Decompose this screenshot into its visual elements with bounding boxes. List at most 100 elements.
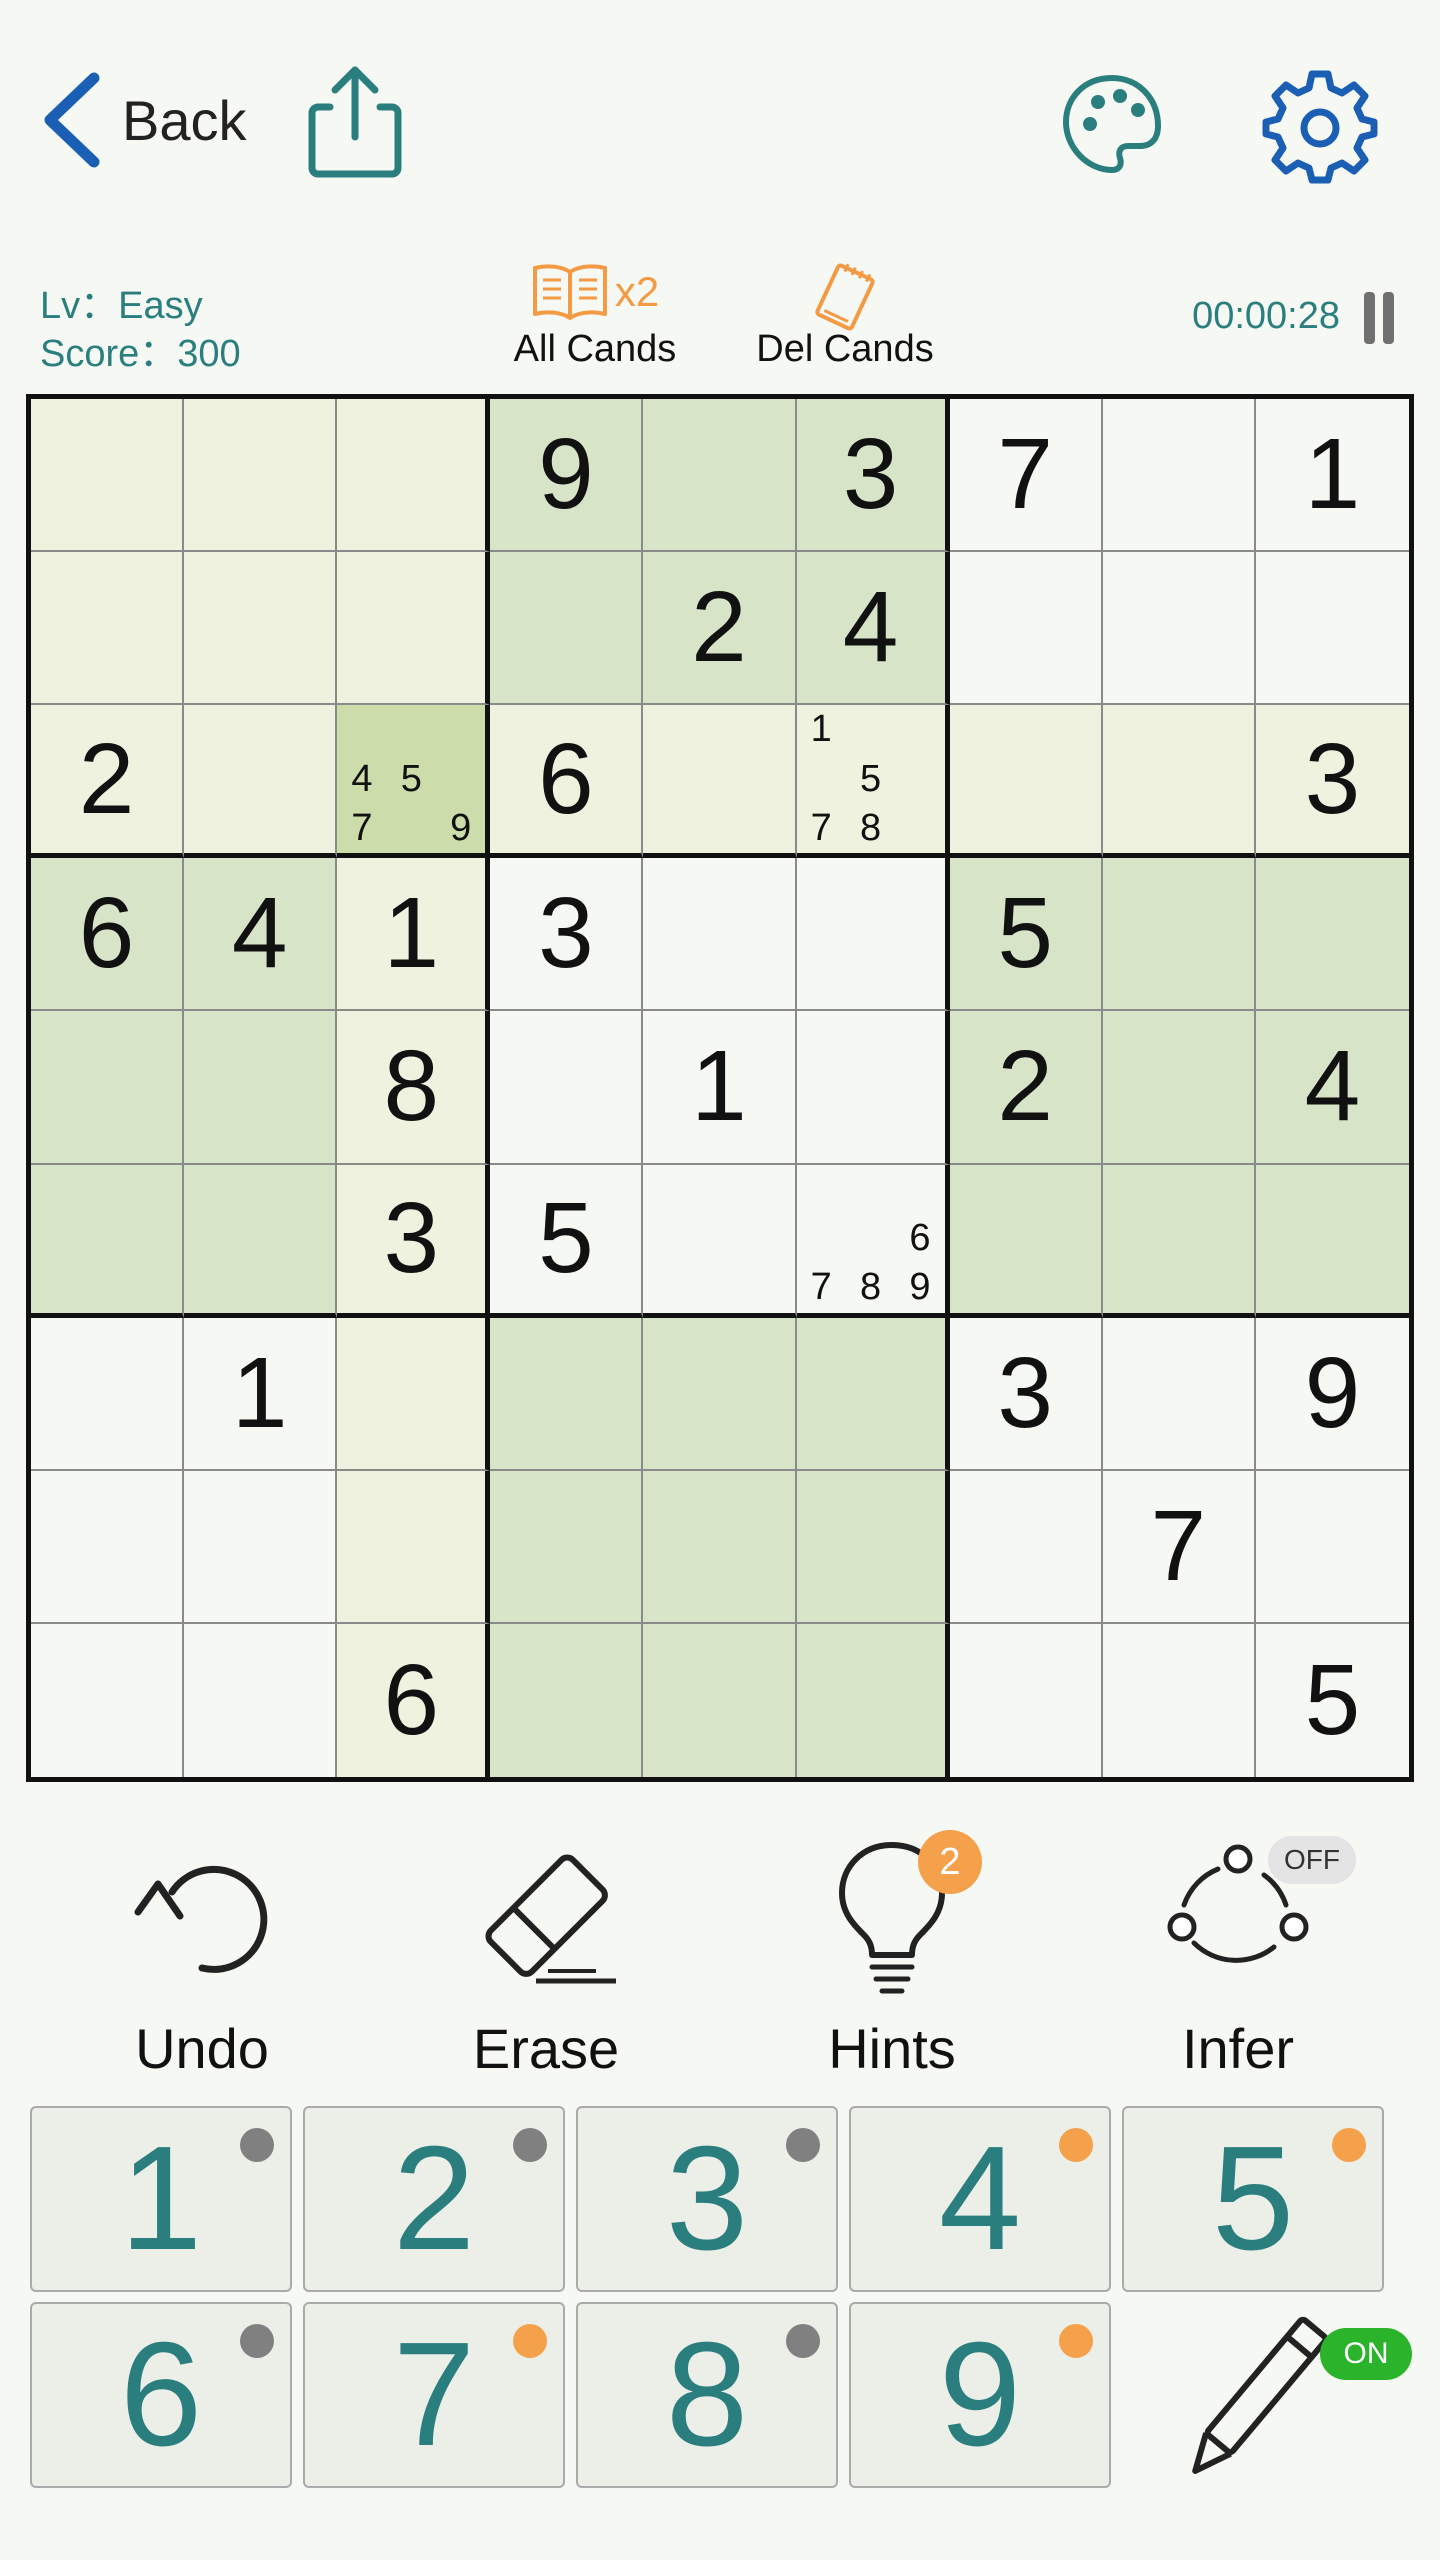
cell-r7c1[interactable] bbox=[31, 1317, 185, 1471]
cell-r5c1[interactable] bbox=[31, 1011, 185, 1165]
cell-r3c8[interactable] bbox=[1102, 705, 1256, 859]
cell-r3c5[interactable] bbox=[643, 705, 797, 859]
cell-r2c2[interactable] bbox=[184, 552, 338, 706]
cell-r8c7[interactable] bbox=[949, 1470, 1103, 1624]
cell-r2c8[interactable] bbox=[1102, 552, 1256, 706]
cell-r8c5[interactable] bbox=[643, 1470, 797, 1624]
number-key-8[interactable]: 8 bbox=[576, 2302, 838, 2488]
cell-r8c9[interactable] bbox=[1255, 1471, 1409, 1624]
cell-r3c4[interactable]: 6 bbox=[490, 705, 644, 859]
cell-r9c6[interactable] bbox=[796, 1623, 950, 1777]
pause-button[interactable] bbox=[1360, 292, 1398, 344]
cell-r4c5[interactable] bbox=[643, 858, 797, 1012]
cell-r9c4[interactable] bbox=[490, 1623, 644, 1777]
cell-r7c9[interactable]: 9 bbox=[1255, 1318, 1409, 1471]
cell-r1c6[interactable]: 3 bbox=[796, 399, 950, 553]
number-key-3[interactable]: 3 bbox=[576, 2106, 838, 2292]
cell-r2c7[interactable] bbox=[949, 552, 1103, 706]
cell-r8c6[interactable] bbox=[796, 1470, 950, 1624]
cell-r8c3[interactable] bbox=[337, 1470, 491, 1624]
number-key-6[interactable]: 6 bbox=[30, 2302, 292, 2488]
cell-r1c1[interactable] bbox=[31, 399, 185, 553]
cell-r2c6[interactable]: 4 bbox=[796, 552, 950, 706]
number-key-4[interactable]: 4 bbox=[849, 2106, 1111, 2292]
all-cands-button[interactable]: x2 All Cands bbox=[505, 262, 685, 371]
infer-button[interactable]: OFF Infer bbox=[1108, 1820, 1368, 2081]
cell-r4c2[interactable]: 4 bbox=[184, 858, 338, 1012]
cell-r3c3[interactable]: 457 9 bbox=[337, 705, 491, 859]
cell-r1c5[interactable] bbox=[643, 399, 797, 553]
cell-r6c6[interactable]: 6 789 bbox=[796, 1164, 950, 1318]
cell-r3c9[interactable]: 3 bbox=[1255, 705, 1409, 859]
cell-r1c7[interactable]: 7 bbox=[949, 399, 1103, 553]
cell-r4c9[interactable] bbox=[1255, 858, 1409, 1012]
cell-r8c1[interactable] bbox=[31, 1470, 185, 1624]
cell-r4c1[interactable]: 6 bbox=[31, 858, 185, 1012]
del-cands-button[interactable]: Del Cands bbox=[740, 262, 950, 371]
number-key-5[interactable]: 5 bbox=[1122, 2106, 1384, 2292]
hints-button[interactable]: 2 Hints bbox=[762, 1820, 1022, 2081]
cell-r9c3[interactable]: 6 bbox=[337, 1623, 491, 1777]
cell-r6c9[interactable] bbox=[1255, 1164, 1409, 1318]
cell-r3c1[interactable]: 2 bbox=[31, 705, 185, 859]
erase-button[interactable]: Erase bbox=[416, 1820, 676, 2081]
number-key-7[interactable]: 7 bbox=[303, 2302, 565, 2488]
cell-r7c3[interactable] bbox=[337, 1317, 491, 1471]
pencil-mode-toggle[interactable]: ON bbox=[1320, 2328, 1412, 2380]
cell-r5c9[interactable]: 4 bbox=[1255, 1011, 1409, 1165]
cell-r7c2[interactable]: 1 bbox=[184, 1317, 338, 1471]
cell-r2c1[interactable] bbox=[31, 552, 185, 706]
cell-r6c3[interactable]: 3 bbox=[337, 1164, 491, 1318]
cell-r7c4[interactable] bbox=[490, 1317, 644, 1471]
cell-r9c1[interactable] bbox=[31, 1623, 185, 1777]
cell-r7c6[interactable] bbox=[796, 1317, 950, 1471]
cell-r6c5[interactable] bbox=[643, 1164, 797, 1318]
number-key-1[interactable]: 1 bbox=[30, 2106, 292, 2292]
cell-r7c7[interactable]: 3 bbox=[949, 1317, 1103, 1471]
cell-r8c4[interactable] bbox=[490, 1470, 644, 1624]
cell-r5c2[interactable] bbox=[184, 1011, 338, 1165]
share-button[interactable] bbox=[300, 62, 410, 187]
cell-r3c2[interactable] bbox=[184, 705, 338, 859]
cell-r4c8[interactable] bbox=[1102, 858, 1256, 1012]
cell-r6c2[interactable] bbox=[184, 1164, 338, 1318]
cell-r6c1[interactable] bbox=[31, 1164, 185, 1318]
cell-r2c4[interactable] bbox=[490, 552, 644, 706]
cell-r6c8[interactable] bbox=[1102, 1164, 1256, 1318]
cell-r2c3[interactable] bbox=[337, 552, 491, 706]
cell-r6c7[interactable] bbox=[949, 1164, 1103, 1318]
cell-r8c8[interactable]: 7 bbox=[1102, 1470, 1256, 1624]
cell-r9c2[interactable] bbox=[184, 1623, 338, 1777]
infer-toggle[interactable]: OFF bbox=[1268, 1836, 1356, 1884]
cell-r4c4[interactable]: 3 bbox=[490, 858, 644, 1012]
undo-button[interactable]: Undo bbox=[72, 1820, 332, 2081]
cell-r4c7[interactable]: 5 bbox=[949, 858, 1103, 1012]
cell-r9c7[interactable] bbox=[950, 1623, 1103, 1777]
cell-r5c5[interactable]: 1 bbox=[643, 1011, 797, 1165]
cell-r3c7[interactable] bbox=[949, 705, 1103, 859]
cell-r4c6[interactable] bbox=[796, 858, 950, 1012]
cell-r1c4[interactable]: 9 bbox=[490, 399, 644, 553]
cell-r5c4[interactable] bbox=[490, 1011, 644, 1165]
cell-r9c9[interactable]: 5 bbox=[1256, 1624, 1409, 1777]
cell-r5c3[interactable]: 8 bbox=[337, 1011, 491, 1165]
cell-r1c9[interactable]: 1 bbox=[1255, 399, 1409, 553]
cell-r2c5[interactable]: 2 bbox=[643, 552, 797, 706]
cell-r9c5[interactable] bbox=[643, 1623, 797, 1777]
cell-r2c9[interactable] bbox=[1255, 552, 1409, 706]
theme-button[interactable] bbox=[1060, 72, 1164, 181]
settings-button[interactable] bbox=[1262, 68, 1378, 189]
number-key-9[interactable]: 9 bbox=[849, 2302, 1111, 2488]
back-button[interactable]: Back bbox=[38, 70, 247, 170]
cell-r4c3[interactable]: 1 bbox=[337, 858, 491, 1012]
number-key-2[interactable]: 2 bbox=[303, 2106, 565, 2292]
cell-r5c6[interactable] bbox=[796, 1011, 950, 1165]
cell-r7c8[interactable] bbox=[1102, 1317, 1256, 1471]
cell-r1c3[interactable] bbox=[337, 399, 491, 553]
cell-r1c2[interactable] bbox=[184, 399, 338, 553]
cell-r7c5[interactable] bbox=[643, 1317, 797, 1471]
cell-r3c6[interactable]: 1578 bbox=[796, 705, 950, 859]
cell-r9c8[interactable] bbox=[1103, 1623, 1256, 1777]
cell-r5c7[interactable]: 2 bbox=[949, 1011, 1103, 1165]
cell-r6c4[interactable]: 5 bbox=[490, 1164, 644, 1318]
